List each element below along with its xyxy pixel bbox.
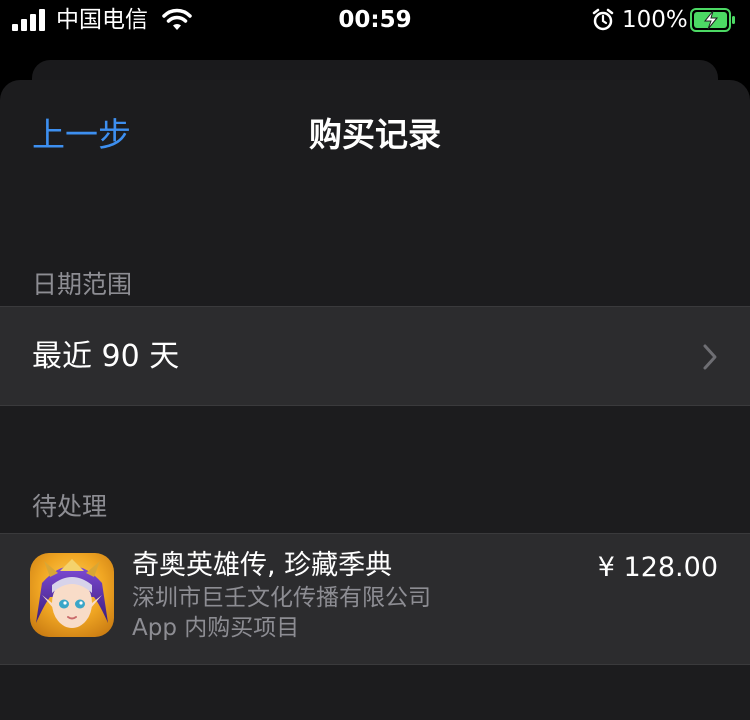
item-type: App 内购买项目 — [132, 615, 300, 641]
game-app-icon — [30, 553, 114, 637]
alarm-icon — [592, 8, 614, 31]
date-range-value: 最近 90 天 — [32, 339, 180, 374]
date-range-row[interactable]: 最近 90 天 — [0, 306, 750, 406]
status-bar: 中国电信 00:59 100% — [0, 0, 750, 42]
battery-charging-icon — [690, 8, 735, 32]
chevron-right-icon — [703, 344, 717, 370]
date-range-header: 日期范围 — [32, 270, 133, 299]
pending-header: 待处理 — [32, 492, 108, 521]
item-name: 奇奥英雄传, 珍藏季典 — [132, 550, 393, 581]
item-price: ¥ 128.00 — [597, 552, 718, 583]
page-title: 购买记录 — [309, 115, 441, 154]
battery-percentage: 100% — [622, 7, 688, 33]
item-developer: 深圳市巨壬文化传播有限公司 — [132, 585, 431, 611]
